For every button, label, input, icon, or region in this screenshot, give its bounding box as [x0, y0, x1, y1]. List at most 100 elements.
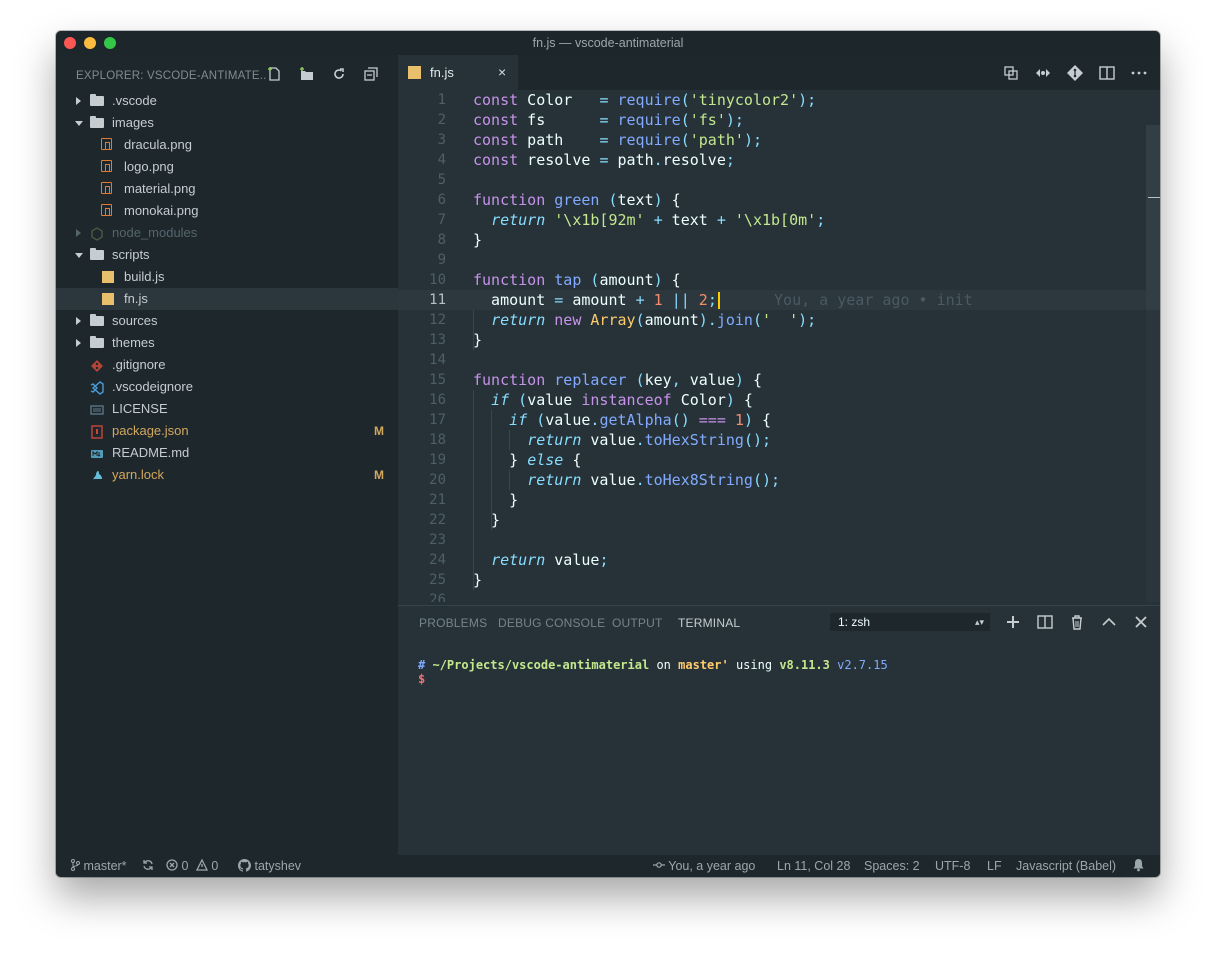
github-user-status[interactable]: tatyshev	[238, 855, 301, 877]
split-terminal-icon[interactable]	[1036, 613, 1054, 631]
line-number: 7	[437, 212, 446, 228]
line-number: 15	[429, 372, 446, 388]
terminal-select-value: 1: zsh	[838, 615, 871, 629]
commit-icon	[653, 862, 665, 868]
line-number: 18	[429, 432, 446, 448]
tree-item-build-js[interactable]: build.js	[56, 266, 398, 288]
tab-problems[interactable]: PROBLEMS	[419, 616, 487, 630]
modified-badge: M	[374, 468, 384, 482]
open-changes-icon[interactable]	[1002, 64, 1020, 82]
tree-item-scripts[interactable]: scripts	[56, 244, 398, 266]
cursor-position[interactable]: Ln 11, Col 28	[777, 855, 850, 877]
sync-icon[interactable]	[142, 855, 154, 877]
tree-item-readme[interactable]: README.md	[56, 442, 398, 464]
code-line: 26	[398, 590, 1160, 602]
tree-item-images[interactable]: images	[56, 112, 398, 134]
line-number: 26	[429, 592, 446, 602]
line-number: 22	[429, 512, 446, 528]
code-line: 7 return '\x1b[92m' + text + '\x1b[0m';	[398, 210, 1160, 230]
eol-status[interactable]: LF	[987, 855, 1002, 877]
close-window-button[interactable]	[64, 37, 76, 49]
tree-item-fn-js[interactable]: fn.js	[56, 288, 398, 310]
tree-item-logo-png[interactable]: logo.png	[56, 156, 398, 178]
tree-item-label: sources	[112, 313, 158, 328]
code-line: 20 return value.toHex8String();	[398, 470, 1160, 490]
python-version: v2.7.15	[837, 658, 888, 672]
tree-item-monokai-png[interactable]: monokai.png	[56, 200, 398, 222]
code-line: 5	[398, 170, 1160, 190]
terminal-output[interactable]: # ~/Projects/vscode-antimaterial on mast…	[418, 658, 888, 686]
bell-icon[interactable]	[1132, 855, 1145, 877]
new-file-icon[interactable]	[266, 65, 286, 85]
tree-item-license[interactable]: LICENSE	[56, 398, 398, 420]
folder-icon	[90, 94, 104, 106]
github-username: tatyshev	[254, 859, 302, 873]
json-file-icon	[90, 424, 104, 439]
encoding-status[interactable]: UTF-8	[935, 855, 970, 877]
tree-item-themes[interactable]: themes	[56, 332, 398, 354]
line-number: 8	[437, 232, 446, 248]
tree-item-gitignore[interactable]: .gitignore	[56, 354, 398, 376]
code-line: 1 const Color = require('tinycolor2');	[398, 90, 1160, 110]
line-number: 20	[429, 472, 446, 488]
tab-terminal[interactable]: TERMINAL	[678, 616, 740, 630]
new-folder-icon[interactable]	[298, 65, 318, 85]
git-compare-icon[interactable]	[1066, 64, 1084, 82]
close-panel-icon[interactable]	[1132, 613, 1150, 631]
git-icon	[90, 358, 104, 372]
problems-status[interactable]: 0 0	[166, 855, 218, 877]
line-number: 17	[429, 412, 446, 428]
tree-item-label: .gitignore	[112, 357, 166, 372]
folder-open-icon	[90, 248, 104, 260]
text-cursor	[717, 292, 720, 309]
tree-item-label: monokai.png	[124, 203, 199, 218]
maximize-panel-icon[interactable]	[1100, 613, 1118, 631]
terminal-branch: master'	[678, 658, 729, 672]
tree-item-vscode[interactable]: .vscode	[56, 90, 398, 112]
code-line: 17 if (value.getAlpha() === 1) {	[398, 410, 1160, 430]
error-count: 0	[181, 859, 189, 873]
maximize-window-button[interactable]	[104, 37, 116, 49]
tree-item-vscodeignore[interactable]: .vscodeignore	[56, 376, 398, 398]
refresh-icon[interactable]	[330, 65, 350, 85]
git-branch-status[interactable]: master*	[70, 855, 127, 877]
code-line: 14	[398, 350, 1160, 370]
javascript-file-icon	[102, 293, 114, 305]
tab-fn-js[interactable]: fn.js ×	[398, 55, 518, 90]
new-terminal-icon[interactable]	[1004, 613, 1022, 631]
blame-text: You, a year ago	[668, 859, 756, 873]
tree-item-label: README.md	[112, 445, 190, 460]
tab-debug-console[interactable]: DEBUG CONSOLE	[498, 616, 605, 630]
close-tab-icon[interactable]: ×	[498, 64, 506, 80]
tree-item-dracula-png[interactable]: dracula.png	[56, 134, 398, 156]
git-blame-status[interactable]: You, a year ago	[653, 855, 755, 877]
tab-output[interactable]: OUTPUT	[612, 616, 663, 630]
terminal-select[interactable]: 1: zsh ▴▾	[830, 613, 990, 631]
editor-scrollbar[interactable]	[1146, 125, 1160, 602]
chevron-right-icon	[76, 317, 81, 325]
tree-item-yarn-lock[interactable]: yarn.lock M	[56, 464, 398, 486]
scrollbar-thumb[interactable]	[1146, 125, 1160, 310]
tree-item-material-png[interactable]: material.png	[56, 178, 398, 200]
trash-icon[interactable]	[1068, 613, 1086, 631]
line-number: 24	[429, 552, 446, 568]
code-editor[interactable]: 1 const Color = require('tinycolor2'); 2c…	[398, 90, 1160, 602]
terminal-text: using	[735, 658, 773, 672]
yarn-icon	[90, 468, 104, 482]
tree-item-package-json[interactable]: package.json M	[56, 420, 398, 442]
line-number: 12	[429, 312, 446, 328]
minimize-window-button[interactable]	[84, 37, 96, 49]
line-number: 23	[429, 532, 446, 548]
folder-icon	[90, 314, 104, 326]
code-line: 23	[398, 530, 1160, 550]
error-icon	[166, 859, 178, 871]
tree-item-sources[interactable]: sources	[56, 310, 398, 332]
split-editor-icon[interactable]	[1098, 64, 1116, 82]
toggle-blame-icon[interactable]	[1034, 64, 1052, 82]
tree-item-node-modules[interactable]: node_modules	[56, 222, 398, 244]
more-actions-icon[interactable]	[1130, 64, 1148, 82]
editor-area: fn.js × 1const Color = require('tinycolo…	[398, 55, 1160, 605]
indentation-status[interactable]: Spaces: 2	[864, 855, 920, 877]
collapse-all-icon[interactable]	[362, 65, 382, 85]
language-mode[interactable]: Javascript (Babel)	[1016, 855, 1116, 877]
